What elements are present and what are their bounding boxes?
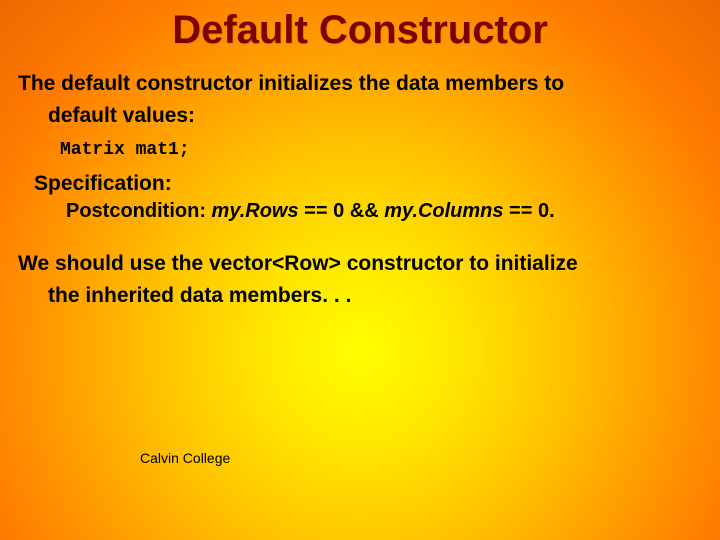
postcond-prefix: Postcondition: (66, 200, 212, 222)
slide: Default Constructor The default construc… (0, 0, 720, 540)
intro-line-2: default values: (18, 103, 702, 129)
slide-body: The default constructor initializes the … (0, 71, 720, 309)
postcond-mid2: == 0. (504, 200, 555, 222)
spacer (18, 237, 702, 251)
slide-title: Default Constructor (0, 0, 720, 71)
postcond-columns: my.Columns (384, 200, 503, 222)
postcond-rows: my.Rows (212, 200, 299, 222)
advice-line-1: We should use the vector<Row> constructo… (18, 251, 702, 277)
postcondition-line: Postcondition: my.Rows == 0 && my.Column… (66, 200, 702, 223)
postcond-mid1: == 0 && (299, 200, 385, 222)
footer-text: Calvin College (140, 450, 230, 466)
advice-line-2: the inherited data members. . . (18, 283, 702, 309)
specification-heading: Specification: (34, 172, 702, 196)
intro-line-1: The default constructor initializes the … (18, 71, 702, 97)
code-sample: Matrix mat1; (60, 140, 702, 160)
